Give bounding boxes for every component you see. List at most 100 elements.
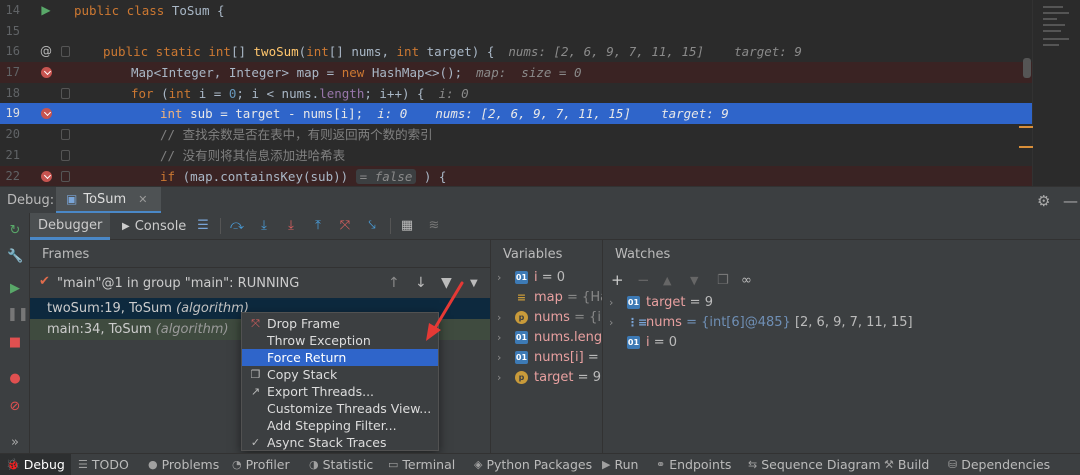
statistic-icon: ◑ — [309, 458, 319, 471]
bottom-tab-build[interactable]: ⚒ Build — [884, 454, 929, 475]
menu-item-add-stepping-filter[interactable]: Add Stepping Filter... — [242, 417, 438, 434]
breakpoint-icon[interactable] — [38, 62, 54, 83]
bottom-tab-sequence-diagram[interactable]: ⇆ Sequence Diagram — [748, 454, 881, 475]
chevron-right-icon[interactable]: › — [609, 313, 613, 333]
line-number: 15 — [5, 24, 20, 38]
editor-scrollbar[interactable] — [1019, 0, 1080, 186]
bottom-tab-endpoints[interactable]: ⚭ Endpoints — [656, 454, 731, 475]
tab-console[interactable]: ▶ Console — [114, 213, 194, 240]
run-gutter-icon[interactable]: ▶ — [38, 0, 54, 21]
rerun-icon[interactable]: ↻ — [7, 223, 23, 239]
minimize-icon[interactable]: — — [1063, 192, 1078, 210]
mute-breakpoints-icon[interactable]: ⊘ — [7, 399, 23, 415]
chevron-right-icon[interactable]: › — [609, 293, 613, 313]
run-to-cursor-icon[interactable]: ⤥ — [363, 217, 381, 235]
step-over-icon[interactable]: ⤼ — [228, 217, 246, 235]
menu-item-async-stack-traces[interactable]: ✓ Async Stack Traces — [242, 434, 438, 451]
code-editor[interactable]: 14 ▶ public class ToSum { 15 16 @ public… — [0, 0, 1080, 186]
move-up-icon[interactable]: ▲ — [663, 274, 671, 287]
bottom-tab-run[interactable]: ▶ Run — [602, 454, 638, 475]
evaluate-expression-icon[interactable]: ▦ — [398, 217, 416, 235]
code-line-18[interactable]: 18 for (int i = 0; i < nums.length; i++)… — [0, 83, 1032, 104]
code-line-21[interactable]: 21 // 没有则将其信息添加进哈希表 — [0, 145, 1032, 166]
menu-item-export-threads[interactable]: ↗ Export Threads... — [242, 383, 438, 400]
annotation-gutter-icon[interactable]: @ — [38, 41, 54, 62]
bottom-tab-dependencies[interactable]: ⛁ Dependencies — [948, 454, 1050, 475]
variable-row[interactable]: › 01 nums[i] = 2 — [491, 348, 602, 368]
tool-window-bar: 🐞 Debug ☰ TODO ● Problems ◔ Profiler ◑ S… — [0, 453, 1080, 475]
bottom-tab-debug[interactable]: 🐞 Debug — [0, 454, 71, 475]
stop-icon[interactable]: ■ — [7, 335, 23, 351]
bottom-tab-problems[interactable]: ● Problems — [148, 454, 219, 475]
annotation-arrow — [426, 281, 464, 341]
line-number: 22 — [5, 169, 20, 183]
chevron-right-icon[interactable]: › — [497, 308, 501, 328]
add-icon[interactable]: + — [611, 271, 624, 289]
chevron-right-icon[interactable]: › — [497, 368, 501, 388]
move-down-icon[interactable]: ▼ — [690, 274, 698, 287]
watch-row[interactable]: 01 i = 0 — [603, 333, 1080, 353]
bottom-tab-todo[interactable]: ☰ TODO — [78, 454, 129, 475]
fold-marker-icon[interactable] — [61, 171, 70, 182]
code-line-16[interactable]: 16 @ public static int[] twoSum(int[] nu… — [0, 41, 1032, 62]
fold-marker-icon[interactable] — [61, 46, 70, 57]
step-into-icon[interactable]: ⤓ — [255, 217, 273, 235]
watch-row[interactable]: › ⋮≡ nums = {int[6]@485} [2, 6, 9, 7, 11… — [603, 313, 1080, 333]
variable-row[interactable]: › 01 i = 0 — [491, 268, 602, 288]
code-line-14[interactable]: 14 ▶ public class ToSum { — [0, 0, 1032, 21]
code-line-15[interactable]: 15 — [0, 21, 1032, 42]
variable-row[interactable]: › 01 nums.length — [491, 328, 602, 348]
variable-row[interactable]: › p target = 9 — [491, 368, 602, 388]
arrow-up-icon[interactable]: ↑ — [388, 275, 400, 291]
gear-icon[interactable]: ⚙ — [1037, 192, 1050, 210]
close-icon[interactable]: ✕ — [138, 193, 147, 206]
breakpoint-icon[interactable] — [38, 103, 54, 124]
inline-debug-hint: map: size = 0 — [476, 65, 582, 80]
menu-item-force-return[interactable]: Force Return — [242, 349, 438, 366]
view-breakpoints-icon[interactable]: ● — [7, 371, 23, 387]
bottom-tab-profiler[interactable]: ◔ Profiler — [232, 454, 290, 475]
menu-item-copy-stack[interactable]: ❐ Copy Stack — [242, 366, 438, 383]
breakpoint-icon[interactable] — [38, 166, 54, 186]
debug-tool-window-header: Debug: ▣ ToSum ✕ ⚙ — — [0, 186, 1080, 214]
variable-row[interactable]: › p nums = {int[ — [491, 308, 602, 328]
profiler-icon: ◔ — [232, 458, 242, 471]
menu-item-throw-exception[interactable]: Throw Exception — [242, 332, 438, 349]
variable-row[interactable]: ≡ map = {Has — [491, 288, 602, 308]
glasses-icon[interactable]: ∞ — [741, 273, 752, 288]
more-icon[interactable]: » — [7, 435, 23, 451]
chevron-right-icon[interactable]: › — [497, 268, 501, 288]
remove-icon[interactable]: − — [637, 271, 650, 289]
inline-debug-hint: nums: [2, 6, 9, 7, 11, 15] target: 9 — [508, 44, 802, 59]
chevron-right-icon[interactable]: › — [497, 348, 501, 368]
wrench-icon[interactable]: 🔧 — [7, 249, 23, 265]
menu-item-drop-frame[interactable]: ⤧ Drop Frame — [242, 315, 438, 332]
fold-marker-icon[interactable] — [61, 88, 70, 99]
step-out-icon[interactable]: ⤒ — [309, 217, 327, 235]
drop-frame-icon[interactable]: ⤧ — [336, 217, 354, 235]
fold-marker-icon[interactable] — [61, 150, 70, 161]
pause-icon[interactable]: ❚❚ — [7, 307, 29, 323]
debug-toolbar: Debugger ▶ Console ☰ ⤼ ⤓ ⤓ ⤒ ⤧ ⤥ ▦ ≋ — [30, 213, 1080, 240]
bottom-tab-python-packages[interactable]: ◈ Python Packages — [474, 454, 592, 475]
bottom-tab-statistic[interactable]: ◑ Statistic — [309, 454, 373, 475]
menu-item-customize-threads-view[interactable]: Customize Threads View... — [242, 400, 438, 417]
inline-debug-hint: i: 0 — [438, 86, 469, 101]
debug-session-tab[interactable]: ▣ ToSum ✕ — [56, 187, 162, 214]
code-line-22[interactable]: 22 if (map.containsKey(sub)) = false ) { — [0, 166, 1032, 186]
tab-debugger[interactable]: Debugger — [30, 213, 111, 240]
layout-icon[interactable]: ☰ — [194, 217, 212, 235]
resume-icon[interactable]: ▶ — [7, 281, 23, 297]
fold-marker-icon[interactable] — [61, 129, 70, 140]
code-line-17[interactable]: 17 Map<Integer, Integer> map = new HashM… — [0, 62, 1032, 83]
code-line-20[interactable]: 20 // 查找余数是否在表中，有则返回两个数的索引 — [0, 124, 1032, 145]
inline-debug-hint: i: 0 — [377, 106, 408, 121]
force-step-into-icon[interactable]: ⤓ — [282, 217, 300, 235]
duplicate-icon[interactable]: ❐ — [717, 273, 729, 288]
bottom-tab-terminal[interactable]: ▭ Terminal — [388, 454, 455, 475]
watch-row[interactable]: › 01 target = 9 — [603, 293, 1080, 313]
scroll-thumb[interactable] — [1023, 58, 1031, 78]
chevron-right-icon[interactable]: › — [497, 328, 501, 348]
trace-icon[interactable]: ≋ — [425, 217, 443, 235]
code-line-19-current[interactable]: 19 int sub = target - nums[i]; i: 0 nums: … — [0, 103, 1032, 124]
